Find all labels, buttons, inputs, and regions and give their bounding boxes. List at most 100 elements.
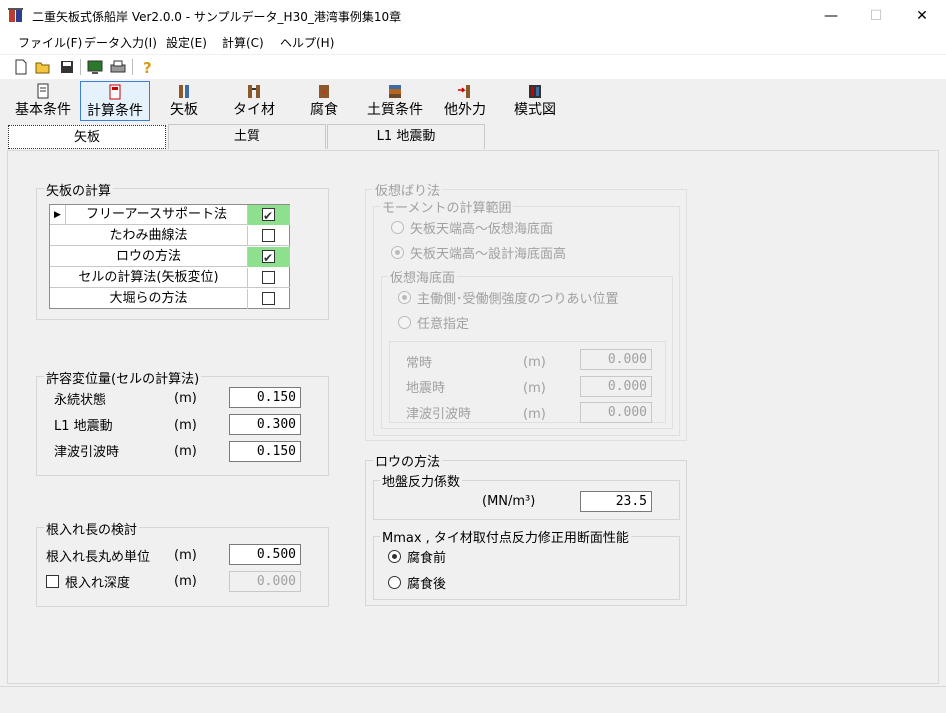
method-label: たわみ曲線法	[50, 226, 248, 246]
disp-unit: (m)	[174, 418, 197, 433]
schematic-button[interactable]: 模式図	[510, 81, 560, 121]
round-unit-label: 根入れ長丸め単位	[46, 550, 151, 565]
tab-content: 矢板の計算 ▶ フリーアースサポート法 たわみ曲線法 ロウの方法 セルの計算法(…	[7, 150, 939, 684]
calc-conditions-label: 計算条件	[87, 103, 143, 119]
seabed-tsunami-input[interactable]: 0.000	[580, 402, 652, 423]
svg-text:?: ?	[143, 59, 152, 76]
toolbar-separator	[80, 59, 81, 75]
help-icon[interactable]: ?	[139, 58, 157, 76]
corrosion-label: 腐食	[310, 102, 338, 118]
seabed-row-label: 地震時	[406, 381, 446, 396]
moment-opt2-label: 矢板天端高～設計海底面高	[410, 247, 567, 262]
method-checkbox-cell[interactable]	[248, 268, 290, 288]
disp-l1-input[interactable]: 0.300	[229, 414, 301, 435]
ground-reaction-input[interactable]: 23.5	[580, 491, 652, 512]
monitor-icon[interactable]	[86, 58, 104, 76]
tab-strip: 矢板 土質 L1 地震動	[0, 124, 946, 149]
allowable-disp-legend: 許容変位量(セルの計算法)	[44, 368, 202, 387]
method-label: ロウの方法	[50, 247, 248, 267]
table-row[interactable]: セルの計算法(矢板変位)	[50, 268, 290, 288]
new-file-icon[interactable]	[12, 58, 30, 76]
soil-conditions-button[interactable]: 土質条件	[362, 81, 428, 121]
tab-soil[interactable]: 土質	[168, 124, 326, 149]
round-unit-input[interactable]: 0.500	[229, 544, 301, 565]
menu-data-input[interactable]: データ入力(I)	[84, 34, 157, 51]
sheet-pile-icon	[179, 85, 189, 98]
method-checkbox-cell[interactable]	[248, 205, 290, 226]
seabed-seismic-input[interactable]: 0.000	[580, 376, 652, 397]
embed-depth-unit: (m)	[174, 574, 197, 589]
menu-file[interactable]: ファイル(F)	[18, 34, 82, 51]
minimize-button[interactable]: —	[808, 0, 854, 31]
disp-persistent-input[interactable]: 0.150	[229, 387, 301, 408]
basic-conditions-icon	[37, 83, 49, 99]
external-force-icon	[458, 85, 470, 98]
close-button[interactable]: ✕	[899, 0, 945, 31]
embed-check-group	[36, 527, 329, 607]
menu-help[interactable]: ヘルプ(H)	[280, 34, 334, 51]
soil-conditions-icon	[389, 85, 401, 98]
embed-depth-checkbox[interactable]	[46, 575, 59, 588]
moment-opt1-radio[interactable]	[391, 221, 404, 234]
disp-unit: (m)	[174, 391, 197, 406]
embed-depth-input[interactable]: 0.000	[229, 571, 301, 592]
rowe-legend: ロウの方法	[373, 451, 443, 470]
toolbar-separator	[132, 59, 133, 75]
sheetpile-calc-legend: 矢板の計算	[44, 180, 114, 199]
status-bar	[0, 686, 946, 713]
print-icon[interactable]	[109, 58, 127, 76]
checkbox[interactable]	[262, 206, 275, 226]
seabed-normal-input[interactable]: 0.000	[580, 349, 652, 370]
seabed-opt2-radio[interactable]	[398, 316, 411, 329]
seabed-opt1-label: 主働側･受働側強度のつりあい位置	[417, 292, 619, 307]
method-label: 大堀らの方法	[50, 289, 248, 309]
tab-l1-earthquake[interactable]: L1 地震動	[327, 124, 485, 149]
method-label: フリーアースサポート法	[66, 205, 248, 225]
sheet-pile-button[interactable]: 矢板	[160, 81, 208, 121]
tie-rod-button[interactable]: タイ材	[228, 81, 280, 121]
round-unit: (m)	[174, 548, 197, 563]
title-bar: 二重矢板式係船岸 Ver2.0.0 - サンプルデータ_H30_港湾事例集10章…	[0, 0, 946, 31]
seabed-row-label: 常時	[406, 356, 433, 371]
method-checkbox-cell[interactable]	[248, 226, 290, 246]
disp-label: 永続状態	[54, 393, 107, 408]
basic-conditions-button[interactable]: 基本条件	[10, 81, 76, 121]
schematic-icon	[529, 85, 541, 98]
table-row[interactable]: ロウの方法	[50, 247, 290, 268]
external-force-button[interactable]: 他外力	[440, 81, 490, 121]
moment-opt2-radio[interactable]	[391, 246, 404, 259]
after-corrosion-label: 腐食後	[407, 577, 447, 592]
checkbox[interactable]	[262, 229, 275, 242]
seabed-opt1-radio[interactable]	[398, 291, 411, 304]
checkbox[interactable]	[262, 271, 275, 284]
table-row[interactable]: ▶ フリーアースサポート法	[50, 205, 290, 226]
table-row[interactable]: たわみ曲線法	[50, 226, 290, 246]
corrosion-icon	[319, 85, 329, 98]
ground-reaction-legend: 地盤反力係数	[380, 471, 463, 490]
method-checkbox-cell[interactable]	[248, 289, 290, 309]
table-row[interactable]: 大堀らの方法	[50, 289, 290, 309]
maximize-button[interactable]: ☐	[853, 0, 899, 31]
before-corrosion-radio[interactable]	[388, 550, 401, 563]
checkbox[interactable]	[262, 248, 275, 268]
menu-settings[interactable]: 設定(E)	[166, 34, 207, 51]
disp-tsunami-input[interactable]: 0.150	[229, 441, 301, 462]
seabed-row-unit: (m)	[523, 407, 546, 422]
sheetpile-calc-grid: ▶ フリーアースサポート法 たわみ曲線法 ロウの方法 セルの計算法(矢板変位) …	[49, 204, 290, 309]
method-checkbox-cell[interactable]	[248, 247, 290, 268]
calc-conditions-button[interactable]: 計算条件	[80, 81, 150, 121]
corrosion-button[interactable]: 腐食	[302, 81, 346, 121]
tie-rod-label: タイ材	[233, 102, 275, 118]
save-icon[interactable]	[58, 58, 76, 76]
checkbox[interactable]	[262, 292, 275, 305]
tab-sheet-pile[interactable]: 矢板	[8, 125, 166, 149]
method-label: セルの計算法(矢板変位)	[50, 268, 248, 288]
tie-rod-icon	[248, 85, 260, 98]
icon-toolbar: ?	[0, 55, 946, 79]
open-folder-icon[interactable]	[34, 58, 52, 76]
menu-calc[interactable]: 計算(C)	[222, 34, 264, 51]
before-corrosion-label: 腐食前	[407, 551, 447, 566]
virtual-seabed-legend: 仮想海底面	[388, 267, 458, 286]
after-corrosion-radio[interactable]	[388, 576, 401, 589]
embed-check-legend: 根入れ長の検討	[44, 519, 140, 538]
